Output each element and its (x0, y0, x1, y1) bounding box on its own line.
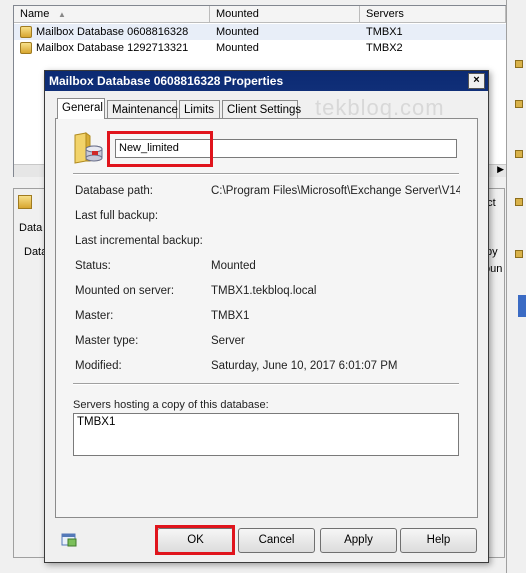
action-icon[interactable] (515, 198, 523, 206)
dialog-titlebar[interactable]: Mailbox Database 0608816328 Properties × (45, 71, 488, 91)
status-label: Status: (75, 260, 111, 272)
separator (73, 383, 459, 385)
tab-client-settings[interactable]: Client Settings (222, 100, 301, 118)
action-icon[interactable] (515, 60, 523, 68)
action-selection (518, 295, 526, 317)
servers-hosting-list[interactable]: TMBX1 (73, 413, 459, 456)
action-icon[interactable] (515, 100, 523, 108)
mounted-on-server-value: TMBX1.tekbloq.local (211, 285, 317, 297)
action-icon[interactable] (515, 250, 523, 258)
mailbox-database-icon (20, 42, 32, 54)
table-row[interactable]: Mailbox Database 0608816328 Mounted TMBX… (14, 24, 506, 40)
tab-general[interactable]: General (57, 98, 105, 119)
master-type-value: Server (211, 335, 245, 347)
database-path-value: C:\Program Files\Microsoft\Exchange Serv… (211, 185, 460, 197)
cancel-button[interactable]: Cancel (238, 528, 315, 553)
separator (73, 173, 459, 175)
general-tab-panel (55, 118, 478, 518)
dialog-title: Mailbox Database 0608816328 Properties (49, 74, 284, 88)
properties-dialog: Mailbox Database 0608816328 Properties ×… (44, 70, 489, 563)
modified-value: Saturday, June 10, 2017 6:01:07 PM (211, 360, 398, 372)
database-path-label: Database path: (75, 185, 154, 197)
action-icon[interactable] (515, 150, 523, 158)
database-icon (18, 195, 32, 209)
master-type-label: Master type: (75, 335, 139, 347)
mounted-on-server-label: Mounted on server: (75, 285, 175, 297)
column-header-servers[interactable]: Servers (360, 6, 506, 23)
database-icon (72, 131, 104, 165)
table-row[interactable]: Mailbox Database 1292713321 Mounted TMBX… (14, 40, 506, 56)
tab-maintenance[interactable]: Maintenance (107, 100, 178, 118)
ok-highlight-box (155, 525, 235, 555)
apply-button[interactable]: Apply (320, 528, 397, 553)
list-item[interactable]: TMBX1 (77, 416, 115, 428)
actions-pane-edge (506, 0, 526, 573)
close-button[interactable]: × (468, 73, 485, 89)
last-incremental-backup-label: Last incremental backup: (75, 235, 203, 247)
status-value: Mounted (211, 260, 256, 272)
master-label: Master: (75, 310, 114, 322)
tab-limits[interactable]: Limits (179, 100, 220, 118)
lower-tab-label: Data (19, 222, 43, 234)
properties-page-icon (61, 533, 77, 547)
help-button[interactable]: Help (400, 528, 477, 553)
sort-ascending-icon: ▲ (58, 10, 66, 19)
name-highlight-box (107, 131, 213, 167)
column-header-name[interactable]: Name ▲ (14, 6, 210, 23)
column-header-mounted[interactable]: Mounted (210, 6, 360, 23)
scroll-right-icon[interactable]: ▶ (497, 164, 504, 175)
modified-label: Modified: (75, 360, 122, 372)
servers-hosting-label: Servers hosting a copy of this database: (73, 399, 269, 411)
last-full-backup-label: Last full backup: (75, 210, 159, 222)
master-value: TMBX1 (211, 310, 250, 322)
mailbox-database-icon (20, 26, 32, 38)
